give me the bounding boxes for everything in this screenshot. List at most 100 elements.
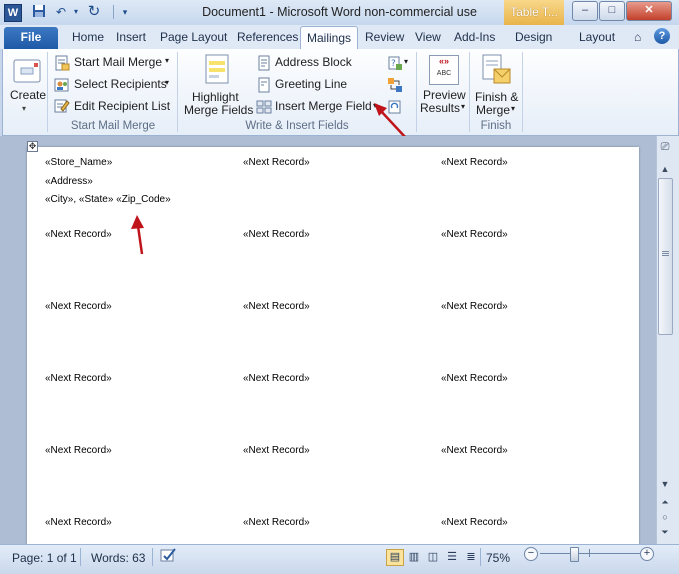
- preview-results-icon[interactable]: «» ABC: [429, 55, 459, 85]
- greeting-line-button[interactable]: Greeting Line: [275, 77, 347, 91]
- next-record-field[interactable]: «Next Record»: [441, 517, 508, 528]
- rules-icon[interactable]: ?: [387, 55, 403, 71]
- tab-add-ins[interactable]: Add-Ins: [454, 30, 495, 44]
- select-browse-object-icon[interactable]: ○: [658, 511, 672, 523]
- tab-page-layout[interactable]: Page Layout: [160, 30, 227, 44]
- create-dropdown-icon[interactable]: ▾: [22, 104, 26, 113]
- match-fields-icon[interactable]: [387, 77, 403, 93]
- select-recipients-dropdown-icon[interactable]: ▾: [165, 78, 169, 87]
- table-tools-contextual-tab[interactable]: Table T...: [504, 0, 564, 25]
- highlight-merge-fields-line2[interactable]: Merge Fields: [184, 103, 253, 117]
- scrollbar-thumb[interactable]: [658, 178, 673, 335]
- merge-field-city-state-zip[interactable]: «City», «State» «Zip_Code»: [45, 194, 171, 205]
- word-count[interactable]: Words: 63: [91, 551, 145, 565]
- next-record-field[interactable]: «Next Record»: [243, 517, 310, 528]
- outline-view-icon[interactable]: ☰: [443, 549, 461, 566]
- full-screen-reading-icon[interactable]: ▥: [405, 549, 423, 566]
- page-count[interactable]: Page: 1 of 1: [12, 551, 77, 565]
- zoom-in-button[interactable]: +: [640, 547, 654, 561]
- start-mail-merge-icon: [54, 55, 70, 71]
- next-record-field[interactable]: «Next Record»: [441, 445, 508, 456]
- maximize-button[interactable]: □: [599, 1, 625, 21]
- zoom-slider-thumb[interactable]: [570, 547, 579, 562]
- next-record-field[interactable]: «Next Record»: [45, 517, 112, 528]
- finish-merge-line1[interactable]: Finish &: [475, 90, 518, 104]
- insert-merge-field-button[interactable]: Insert Merge Field: [275, 99, 372, 113]
- start-mail-merge-dropdown-icon[interactable]: ▾: [165, 56, 169, 65]
- scroll-up-icon[interactable]: ▲: [658, 163, 672, 175]
- finish-merge-dropdown-icon[interactable]: ▾: [511, 104, 515, 113]
- merge-field-store-name[interactable]: «Store_Name»: [45, 157, 112, 168]
- create-button[interactable]: Create: [10, 88, 46, 102]
- minimize-ribbon-icon[interactable]: ⌂: [634, 30, 641, 44]
- address-block-icon: [256, 55, 272, 71]
- close-button[interactable]: ✕: [626, 1, 672, 21]
- highlight-merge-fields-line1[interactable]: Highlight: [192, 90, 239, 104]
- start-mail-merge-button[interactable]: Start Mail Merge: [74, 55, 162, 69]
- tab-insert[interactable]: Insert: [116, 30, 146, 44]
- next-record-field[interactable]: «Next Record»: [243, 157, 310, 168]
- preview-results-line1[interactable]: Preview: [423, 88, 466, 102]
- draft-view-icon[interactable]: ≣: [462, 549, 480, 566]
- highlight-merge-fields-icon: [202, 53, 232, 85]
- preview-results-line2[interactable]: Results: [420, 101, 460, 115]
- zoom-out-button[interactable]: −: [524, 547, 538, 561]
- zoom-center-tick: [589, 549, 590, 557]
- group-separator: [522, 52, 523, 132]
- next-record-field[interactable]: «Next Record»: [243, 229, 310, 240]
- tab-view[interactable]: View: [415, 30, 441, 44]
- document-page[interactable]: [27, 147, 639, 544]
- tab-references[interactable]: References: [237, 30, 298, 44]
- edit-recipient-list-button[interactable]: Edit Recipient List: [74, 99, 170, 113]
- tab-file[interactable]: File: [4, 27, 58, 49]
- group-separator: [47, 52, 48, 132]
- proofing-icon[interactable]: [160, 547, 178, 563]
- zoom-level[interactable]: 75%: [486, 551, 510, 565]
- tab-mailings[interactable]: Mailings: [300, 26, 358, 50]
- next-record-field[interactable]: «Next Record»: [441, 373, 508, 384]
- next-record-field[interactable]: «Next Record»: [441, 229, 508, 240]
- address-block-button[interactable]: Address Block: [275, 55, 352, 69]
- group-label-start-mail-merge: Start Mail Merge: [70, 120, 156, 132]
- view-ruler-icon[interactable]: ⎚: [658, 141, 672, 157]
- finish-merge-line2[interactable]: Merge: [476, 103, 510, 117]
- tab-design[interactable]: Design: [515, 30, 552, 44]
- next-record-field[interactable]: «Next Record»: [45, 229, 112, 240]
- insert-merge-field-icon: [256, 99, 272, 115]
- table-move-handle[interactable]: ✥: [27, 141, 38, 152]
- next-page-icon[interactable]: ⏷: [658, 526, 672, 538]
- tab-layout[interactable]: Layout: [579, 30, 615, 44]
- scroll-down-icon[interactable]: ▼: [658, 478, 672, 490]
- group-label-finish: Finish: [480, 120, 512, 132]
- status-separator: [152, 548, 153, 566]
- tab-review[interactable]: Review: [365, 30, 404, 44]
- tab-home[interactable]: Home: [72, 30, 104, 44]
- next-record-field[interactable]: «Next Record»: [243, 301, 310, 312]
- zoom-slider-track[interactable]: [540, 553, 640, 554]
- annotation-arrow-document: [131, 215, 144, 255]
- rules-dropdown-icon[interactable]: ▾: [404, 57, 408, 66]
- next-record-field[interactable]: «Next Record»: [441, 301, 508, 312]
- next-record-field[interactable]: «Next Record»: [45, 301, 112, 312]
- svg-text:?: ?: [391, 59, 396, 69]
- next-record-field[interactable]: «Next Record»: [45, 373, 112, 384]
- finish-merge-icon: [480, 53, 511, 85]
- minimize-button[interactable]: –: [572, 1, 598, 21]
- next-record-field[interactable]: «Next Record»: [243, 373, 310, 384]
- web-layout-icon[interactable]: ◫: [424, 549, 442, 566]
- select-recipients-icon: [54, 77, 70, 93]
- help-icon[interactable]: ?: [654, 28, 670, 44]
- select-recipients-button[interactable]: Select Recipients: [74, 77, 167, 91]
- status-separator: [80, 548, 81, 566]
- merge-field-address[interactable]: «Address»: [45, 176, 93, 187]
- group-separator: [416, 52, 417, 132]
- envelope-icon[interactable]: [12, 56, 42, 86]
- next-record-field[interactable]: «Next Record»: [45, 445, 112, 456]
- greeting-line-icon: [256, 77, 272, 93]
- next-record-field[interactable]: «Next Record»: [441, 157, 508, 168]
- next-record-field[interactable]: «Next Record»: [243, 445, 310, 456]
- preview-results-dropdown-icon[interactable]: ▾: [461, 102, 465, 111]
- previous-page-icon[interactable]: ⏶: [658, 496, 672, 508]
- print-layout-view-icon[interactable]: ▤: [386, 549, 404, 566]
- status-separator: [480, 548, 481, 566]
